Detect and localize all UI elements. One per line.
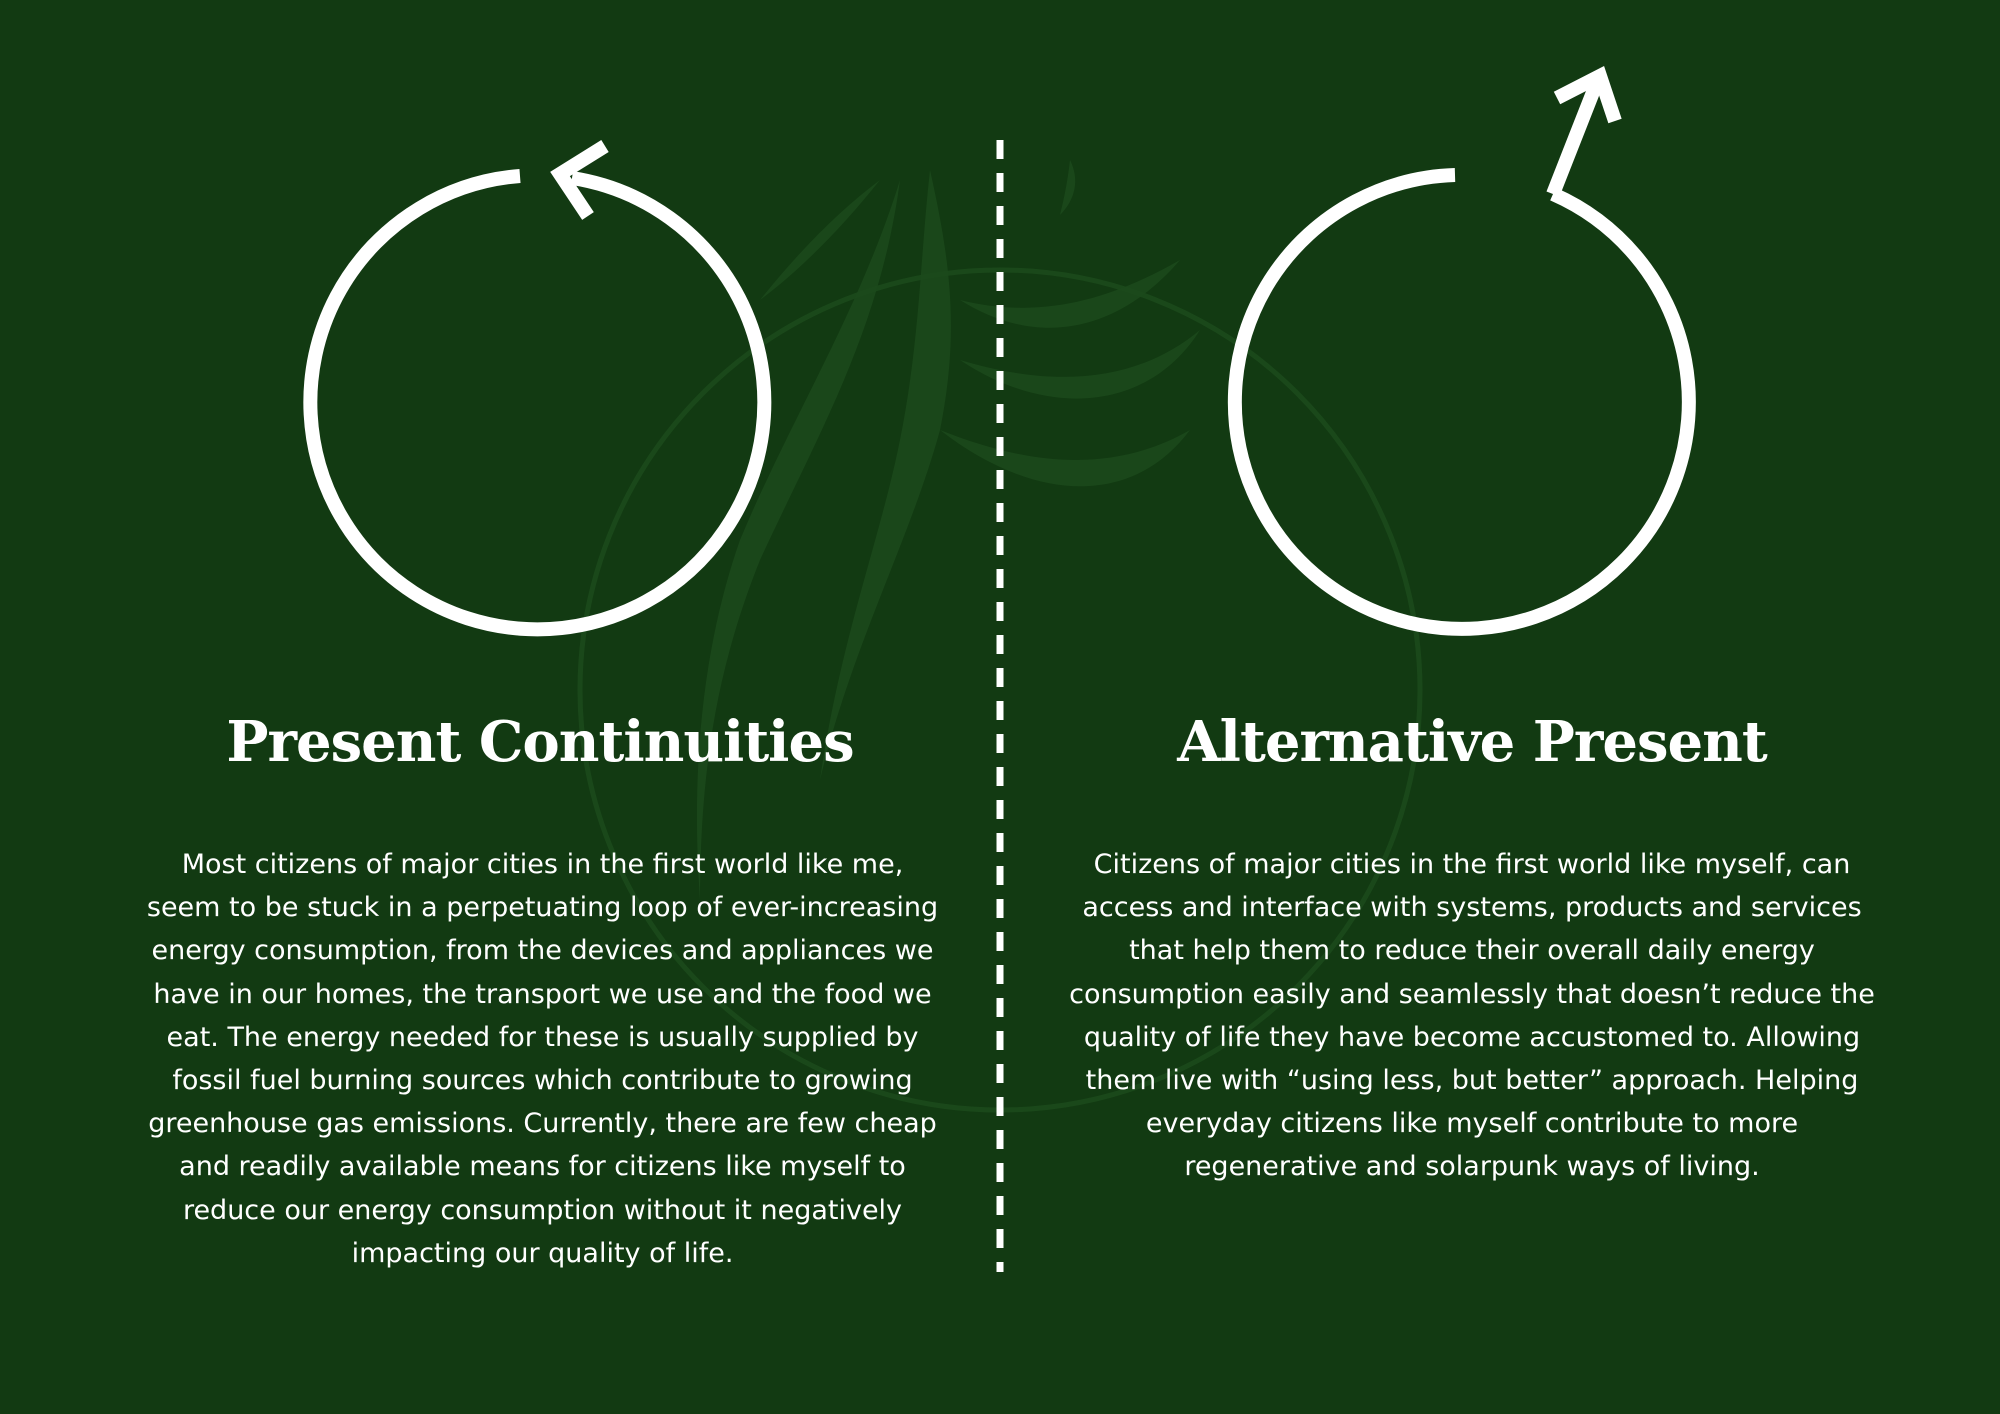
diagram-canvas: Present Continuities Most citizens of ma… [0,0,2000,1414]
circular-loop-arrow-icon [303,140,772,637]
breakout-arrow-icon [1227,66,1696,636]
alternative-present-title: Alternative Present [1177,709,1768,775]
alternative-present-text: Citizens of major cities in the first wo… [1069,849,1875,1183]
present-continuities-text: Most citizens of major cities in the fir… [146,849,939,1269]
present-continuities-title: Present Continuities [226,709,854,775]
